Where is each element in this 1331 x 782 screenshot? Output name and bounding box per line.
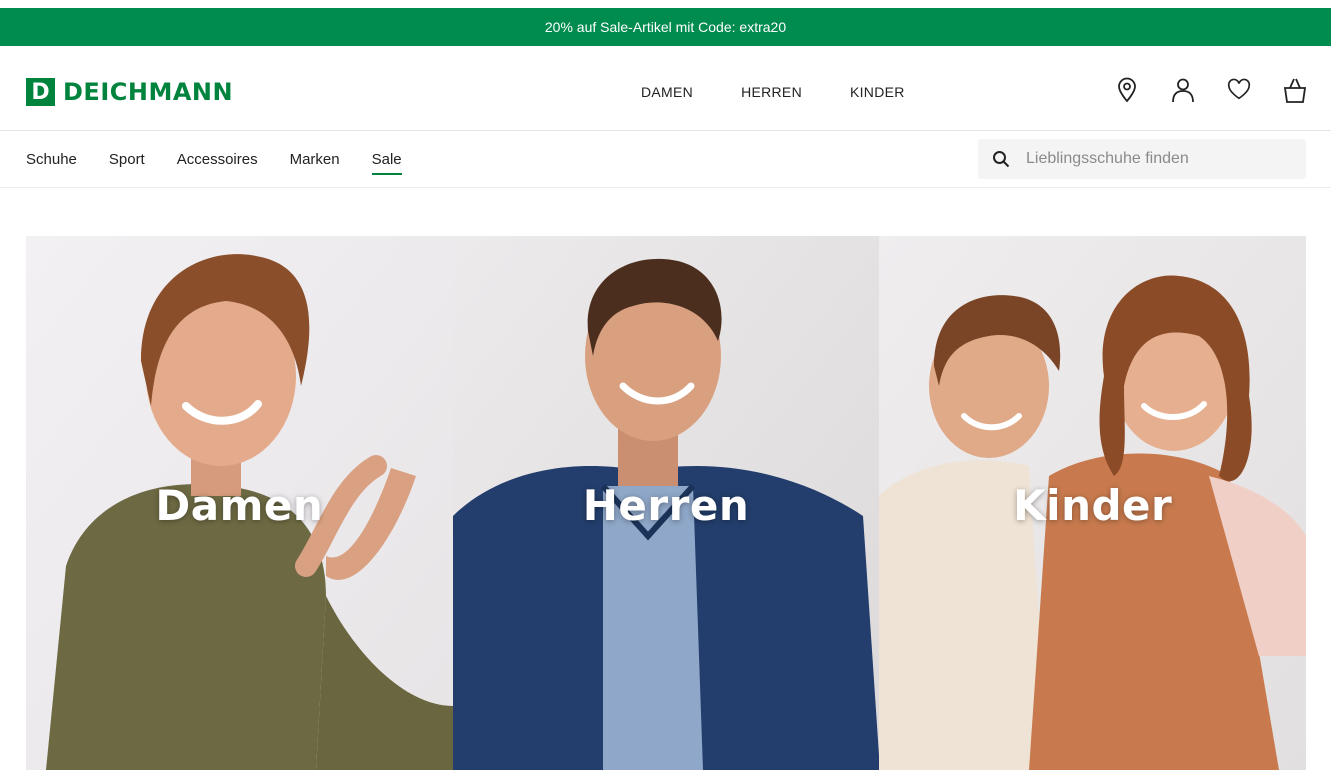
subnav-items: Schuhe Sport Accessoires Marken Sale bbox=[26, 151, 434, 175]
subnav-item-sale[interactable]: Sale bbox=[371, 151, 402, 175]
promo-banner[interactable]: 20% auf Sale-Artikel mit Code: extra20 bbox=[0, 8, 1331, 46]
header-actions bbox=[1115, 76, 1307, 104]
account-icon[interactable] bbox=[1171, 76, 1195, 104]
subnav-item-schuhe[interactable]: Schuhe bbox=[26, 151, 77, 175]
search-bar[interactable] bbox=[978, 139, 1306, 179]
subnav-item-accessoires[interactable]: Accessoires bbox=[177, 151, 258, 175]
deichmann-logo[interactable]: D DEICHMANN bbox=[26, 78, 233, 106]
promo-text: 20% auf Sale-Artikel mit Code: extra20 bbox=[544, 19, 787, 35]
search-icon[interactable] bbox=[992, 150, 1010, 168]
logo-wordmark: DEICHMANN bbox=[63, 78, 234, 106]
nav-damen[interactable]: DAMEN bbox=[641, 84, 693, 100]
main-navigation: DAMEN HERREN KINDER bbox=[641, 84, 953, 100]
wishlist-heart-icon[interactable] bbox=[1227, 76, 1251, 104]
tile-kinder[interactable]: Kinder bbox=[879, 236, 1307, 770]
tile-label-herren: Herren bbox=[582, 481, 750, 530]
search-input[interactable] bbox=[1024, 149, 1288, 169]
category-subnav: Schuhe Sport Accessoires Marken Sale bbox=[0, 131, 1331, 188]
tile-herren[interactable]: Herren bbox=[452, 236, 880, 770]
subnav-item-sport[interactable]: Sport bbox=[109, 151, 145, 175]
site-header: D DEICHMANN DAMEN HERREN KINDER bbox=[0, 46, 1331, 131]
subnav-item-marken[interactable]: Marken bbox=[290, 151, 340, 175]
logo-mark: D bbox=[26, 78, 55, 106]
hero-category-tiles: Damen Herren Kinder bbox=[26, 236, 1307, 770]
tile-label-damen: Damen bbox=[155, 481, 324, 530]
tile-damen[interactable]: Damen bbox=[26, 236, 453, 770]
tile-label-kinder: Kinder bbox=[1013, 481, 1173, 530]
nav-herren[interactable]: HERREN bbox=[741, 84, 802, 100]
shopping-bag-icon[interactable] bbox=[1283, 76, 1307, 104]
location-icon[interactable] bbox=[1115, 76, 1139, 104]
nav-kinder[interactable]: KINDER bbox=[850, 84, 905, 100]
